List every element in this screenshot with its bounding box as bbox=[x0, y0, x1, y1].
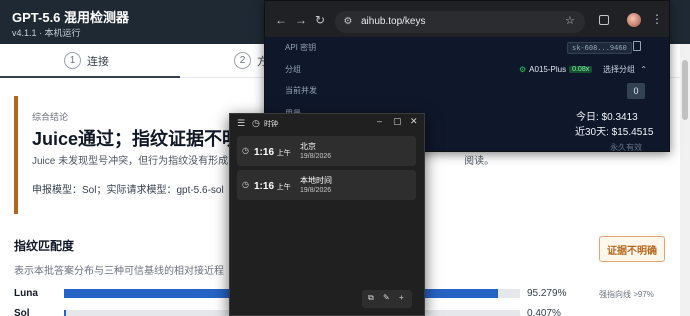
clock-face-icon: ◷ bbox=[242, 146, 249, 155]
bookmark-star-icon[interactable]: ☆ bbox=[565, 15, 575, 27]
step-number: 2 bbox=[234, 52, 251, 69]
compact-view-icon[interactable]: ⧉ bbox=[368, 293, 374, 303]
menu-more-icon[interactable]: ⋮ bbox=[651, 13, 663, 25]
usage-30-days: 近30天: $15.4515 bbox=[575, 127, 654, 138]
match-bar-fill bbox=[64, 310, 66, 316]
timezone-date: 19/8/2026 bbox=[300, 187, 332, 194]
timezone-card[interactable]: ◷ 1:16 上午 北京 19/8/2026 bbox=[237, 136, 416, 166]
page-scrollbar-thumb[interactable] bbox=[682, 60, 688, 120]
verdict-headline: Juice通过；指纹证据不明 bbox=[32, 129, 241, 149]
group-name: A015-Plus bbox=[529, 64, 567, 74]
fingerprint-title: 指纹匹配度 bbox=[14, 239, 75, 253]
timezone-name: 本地时间 bbox=[300, 176, 332, 185]
group-chip: ⚙ A015-Plus 0.08x bbox=[515, 62, 596, 76]
clock-toolbar: ⧉ ✎ + bbox=[362, 290, 412, 308]
site-info-icon[interactable]: ⚙ bbox=[341, 15, 355, 29]
minimize-icon[interactable]: – bbox=[377, 116, 382, 126]
validity-text: 永久有效 bbox=[610, 143, 642, 152]
model-line: 申报模型：Sol；实际请求模型：gpt-5.6-sol bbox=[32, 185, 224, 196]
group-status-icon: ⚙ bbox=[519, 64, 527, 74]
row-value: 0.407% bbox=[527, 308, 561, 316]
close-icon[interactable]: ✕ bbox=[410, 116, 418, 127]
row-label: Luna bbox=[14, 288, 38, 299]
copy-icon[interactable] bbox=[633, 41, 641, 51]
window-title: 时钟 bbox=[264, 121, 278, 128]
time-value: 1:16 bbox=[254, 147, 275, 158]
group-select[interactable]: 选择分组 ⌃ bbox=[603, 64, 647, 75]
concurrency-value: 0 bbox=[627, 83, 645, 99]
maximize-icon[interactable]: ▢ bbox=[393, 116, 402, 127]
verdict-eyebrow: 综合结论 bbox=[32, 112, 69, 122]
step-connect[interactable]: 1 连接 bbox=[64, 52, 109, 69]
hamburger-menu-icon[interactable]: ☰ bbox=[237, 118, 245, 129]
step-number: 1 bbox=[64, 52, 81, 69]
url-text: aihub.top/keys bbox=[361, 16, 426, 27]
step-label: 连接 bbox=[87, 55, 109, 68]
add-icon[interactable]: + bbox=[399, 293, 404, 302]
time-ampm: 上午 bbox=[276, 150, 291, 157]
fingerprint-description: 表示本批答案分布与三种可信基线的相对接近程 bbox=[14, 266, 224, 277]
time-value: 1:16 bbox=[254, 181, 275, 192]
usage-today: 今日: $0.3413 bbox=[576, 112, 638, 123]
api-key-value: sk-608...9460 bbox=[567, 42, 632, 54]
verdict-description-tail: 阅读。 bbox=[464, 156, 495, 167]
row-value: 95.279% bbox=[527, 288, 567, 299]
timezone-name: 北京 bbox=[300, 142, 316, 151]
browser-toolbar: ← → ↻ ⚙ aihub.top/keys ☆ ⋮ bbox=[265, 1, 669, 37]
forward-icon[interactable]: → bbox=[295, 14, 307, 26]
clock-face-icon: ◷ bbox=[242, 180, 249, 189]
time-ampm: 上午 bbox=[276, 184, 291, 191]
timezone-time: 1:16 上午 bbox=[254, 147, 291, 158]
timezone-card[interactable]: ◷ 1:16 上午 本地时间 19/8/2026 bbox=[237, 170, 416, 200]
timezone-date: 19/8/2026 bbox=[300, 153, 332, 160]
reload-icon[interactable]: ↻ bbox=[315, 14, 325, 26]
group-select-label: 选择分组 bbox=[603, 65, 635, 74]
profile-avatar[interactable] bbox=[627, 13, 641, 27]
verdict-description-head: Juice 未发现型号冲突，但行为指纹没有形成 bbox=[32, 156, 229, 167]
group-ratio: 0.08x bbox=[569, 65, 593, 73]
row-note: 强指向线 >97% bbox=[599, 290, 654, 299]
back-icon[interactable]: ← bbox=[275, 14, 287, 26]
clock-window: ☰ ◷ 时钟 – ▢ ✕ ◷ 1:16 上午 北京 19/8/2026 ◷ 1:… bbox=[229, 113, 425, 316]
group-label: 分组 bbox=[285, 65, 301, 74]
extensions-icon[interactable] bbox=[599, 15, 609, 25]
app-title: GPT-5.6 混用检测器 bbox=[12, 10, 130, 25]
app-version: v4.1.1 · 本机运行 bbox=[12, 28, 81, 38]
api-key-label: API 密钥 bbox=[285, 43, 317, 52]
concurrency-label: 当前并发 bbox=[285, 86, 317, 95]
evidence-badge: 证据不明确 bbox=[599, 236, 665, 262]
chevron-updown-icon: ⌃ bbox=[640, 65, 647, 74]
address-bar[interactable]: ⚙ aihub.top/keys bbox=[335, 11, 585, 33]
edit-pencil-icon[interactable]: ✎ bbox=[383, 293, 390, 302]
clock-app-icon: ◷ bbox=[252, 118, 260, 128]
timezone-time: 1:16 上午 bbox=[254, 181, 291, 192]
row-label: Sol bbox=[14, 308, 30, 316]
step-method[interactable]: 2 方 bbox=[234, 52, 268, 69]
